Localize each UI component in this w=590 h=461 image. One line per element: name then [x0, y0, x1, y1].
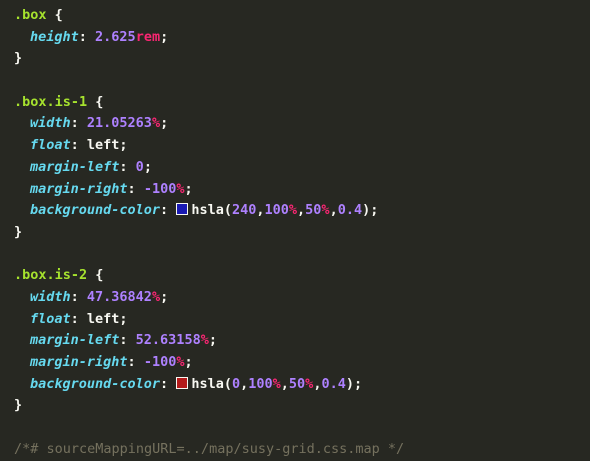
- code-line-selector: .box {: [14, 5, 404, 27]
- colon: :: [160, 375, 177, 392]
- colon: :: [119, 158, 136, 175]
- css-property: margin-left: [30, 332, 120, 349]
- semicolon: ;: [370, 202, 379, 219]
- colon: :: [127, 180, 144, 197]
- colon: :: [160, 202, 177, 219]
- semicolon: ;: [208, 332, 217, 349]
- css-number: 0.4: [321, 375, 346, 392]
- code-line-declaration: float: left;: [14, 309, 404, 331]
- css-number: -100: [143, 180, 177, 197]
- close-brace: }: [14, 223, 23, 240]
- code-line-declaration: margin-left: 0;: [14, 157, 404, 179]
- css-number: 47.36842: [86, 288, 152, 305]
- css-unit: %: [272, 375, 281, 392]
- css-property: margin-right: [30, 354, 128, 370]
- semicolon: ;: [143, 158, 152, 175]
- css-selector: .box.is-2: [14, 267, 88, 284]
- css-unit: %: [151, 288, 161, 305]
- semicolon: ;: [160, 115, 169, 132]
- css-number: 100: [248, 375, 273, 392]
- comma: ,: [329, 202, 338, 219]
- code-line-comment: /*# sourceMappingURL=../map/susy-grid.cs…: [14, 439, 404, 461]
- code-line-declaration: margin-left: 52.63158%;: [14, 330, 404, 352]
- css-property: float: [30, 137, 71, 154]
- css-unit: rem: [135, 28, 161, 45]
- source-map-comment: /*# sourceMappingURL=../map/susy-grid.cs…: [14, 440, 405, 457]
- code-line-selector: .box.is-2 {: [14, 265, 404, 287]
- semicolon: ;: [160, 28, 169, 45]
- close-brace: }: [14, 50, 23, 67]
- code-line-declaration: background-color: hsla(240,100%,50%,0.4)…: [14, 200, 404, 222]
- css-number: 0.4: [337, 202, 363, 219]
- semicolon: ;: [119, 137, 128, 154]
- colon: :: [70, 115, 87, 132]
- code-line-declaration: margin-right: -100%;: [14, 179, 404, 201]
- semicolon: ;: [184, 354, 193, 370]
- code-line-close: }: [14, 48, 404, 70]
- css-number: 21.05263: [86, 115, 152, 132]
- css-function: hsla(: [191, 375, 232, 392]
- code-line-close: }: [14, 222, 404, 244]
- css-property: float: [30, 310, 71, 327]
- colon: :: [70, 137, 87, 154]
- colon: :: [127, 354, 144, 370]
- close-paren: ): [345, 375, 354, 392]
- css-property: height: [30, 28, 79, 45]
- colon: :: [119, 332, 136, 349]
- css-function: hsla(: [191, 202, 232, 219]
- close-paren: ): [362, 202, 371, 219]
- css-selector: .box.is-1: [14, 93, 88, 110]
- css-property: margin-left: [30, 158, 120, 175]
- css-number: 50: [305, 202, 322, 219]
- open-brace: {: [87, 267, 104, 284]
- css-number: 0: [135, 158, 144, 175]
- css-unit: %: [200, 332, 209, 349]
- code-line-declaration: float: left;: [14, 135, 404, 157]
- semicolon: ;: [119, 310, 128, 327]
- css-number: 50: [288, 375, 306, 392]
- css-number: 52.63158: [135, 332, 201, 349]
- css-number: 100: [264, 202, 289, 219]
- code-line-selector: .box.is-1 {: [14, 92, 404, 114]
- colon: :: [78, 28, 96, 45]
- css-keyword: left: [86, 137, 120, 154]
- css-property: margin-right: [30, 180, 128, 197]
- code-editor[interactable]: .box {height: 2.625rem;} .box.is-1 {width…: [14, 5, 404, 460]
- semicolon: ;: [353, 375, 363, 392]
- semicolon: ;: [184, 180, 193, 197]
- css-number: 0: [231, 375, 241, 392]
- close-brace: }: [14, 397, 23, 414]
- css-number: -100: [143, 354, 177, 370]
- color-swatch-icon[interactable]: [176, 203, 189, 216]
- css-unit: %: [288, 202, 298, 219]
- css-unit: %: [321, 202, 330, 219]
- comma: ,: [240, 375, 249, 392]
- code-line-declaration: height: 2.625rem;: [14, 27, 404, 49]
- css-property: width: [30, 288, 71, 305]
- css-unit: %: [151, 115, 161, 132]
- css-number: 240: [231, 202, 257, 219]
- code-line-close: }: [14, 395, 404, 417]
- css-property: background-color: [30, 375, 161, 392]
- code-line-declaration: width: 21.05263%;: [14, 113, 404, 135]
- code-line-declaration: background-color: hsla(0,100%,50%,0.4);: [14, 374, 404, 396]
- comma: ,: [297, 202, 306, 219]
- css-number: 2.625: [95, 28, 136, 45]
- open-brace: {: [87, 93, 104, 110]
- semicolon: ;: [160, 288, 169, 305]
- colon: :: [70, 288, 87, 305]
- colon: :: [70, 310, 87, 327]
- css-selector: .box: [14, 7, 47, 23]
- css-property: background-color: [30, 202, 161, 219]
- comma: ,: [280, 375, 289, 392]
- code-line-declaration: width: 47.36842%;: [14, 287, 404, 309]
- color-swatch-icon[interactable]: [176, 376, 189, 389]
- code-line-declaration: margin-right: -100%;: [14, 352, 404, 374]
- css-keyword: left: [86, 310, 120, 327]
- open-brace: {: [46, 7, 63, 23]
- css-property: width: [30, 115, 71, 132]
